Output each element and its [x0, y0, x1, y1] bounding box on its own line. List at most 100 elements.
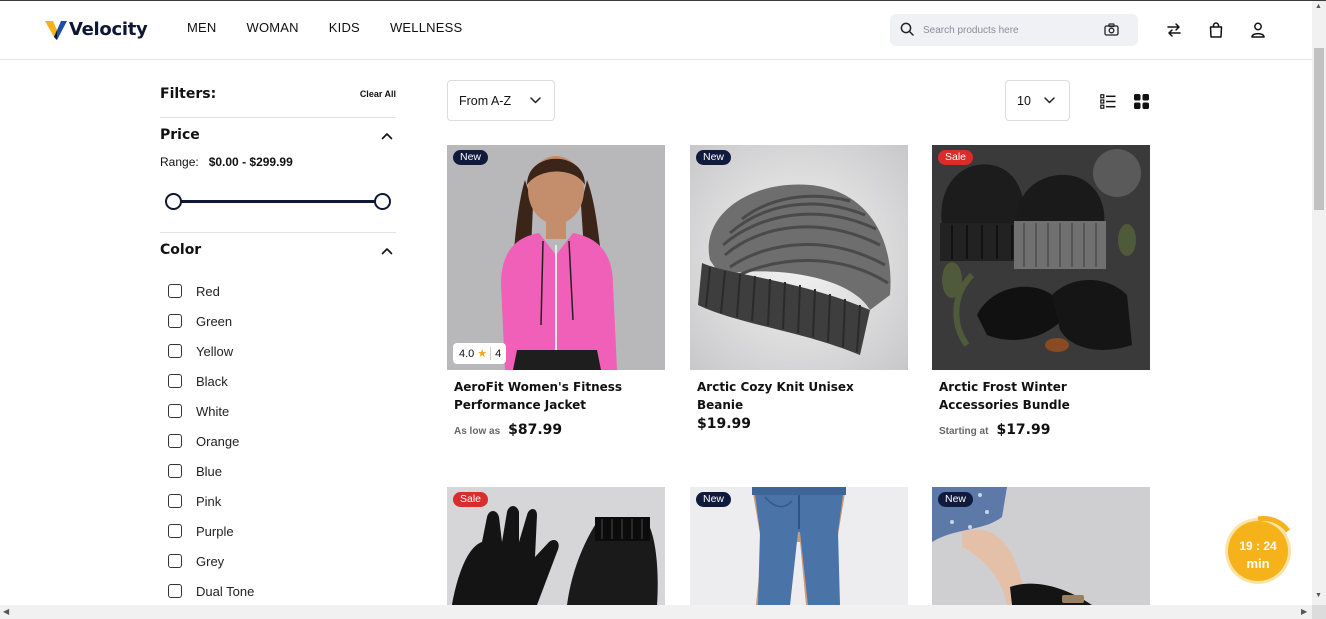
timer-progress-arc	[1257, 516, 1291, 533]
color-option-blue[interactable]: Blue	[168, 456, 254, 486]
nav-kids[interactable]: KIDS	[329, 20, 360, 35]
rating-separator	[490, 347, 492, 360]
vertical-scrollbar[interactable]: ▲ ▼	[1312, 1, 1326, 605]
search-input[interactable]	[923, 21, 1093, 39]
price-range-slider[interactable]	[165, 193, 391, 211]
price-range-text: Range: $0.00 - $299.99	[160, 155, 293, 169]
scroll-right-arrow-icon[interactable]: ▶	[1301, 607, 1307, 616]
product-name[interactable]: Arctic Cozy Knit Unisex Beanie	[697, 378, 902, 414]
color-filter-title[interactable]: Color	[160, 242, 201, 258]
product-image[interactable]: New	[690, 487, 908, 605]
product-card[interactable]: Sale Arctic Frost Winter Accessories Bun…	[932, 145, 1150, 438]
color-option-pink[interactable]: Pink	[168, 486, 254, 516]
shopping-bag-icon[interactable]	[1209, 22, 1223, 38]
product-badge: Sale	[453, 492, 489, 507]
product-card[interactable]: New	[932, 487, 1150, 605]
items-per-page-dropdown[interactable]: 10	[1005, 80, 1070, 121]
price-range-value: $0.00 - $299.99	[208, 155, 293, 169]
clear-all-button[interactable]: Clear All	[360, 89, 396, 99]
fitness-jacket-photo	[447, 145, 665, 370]
color-option-black[interactable]: Black	[168, 366, 254, 396]
color-option-purple[interactable]: Purple	[168, 516, 254, 546]
product-card[interactable]: New Arctic Cozy Knit Unisex Beanie $19.9…	[690, 145, 908, 432]
color-option-label: White	[196, 403, 230, 419]
winter-accessories-photo	[932, 145, 1150, 370]
velocity-logo-icon	[45, 21, 67, 40]
color-option-red[interactable]: Red	[168, 276, 254, 306]
checkbox[interactable]	[168, 524, 182, 538]
product-image[interactable]: Sale	[447, 487, 665, 605]
nav-wellness[interactable]: WELLNESS	[390, 20, 462, 35]
product-badge: New	[938, 492, 974, 507]
list-view-icon[interactable]	[1100, 94, 1116, 109]
color-option-orange[interactable]: Orange	[168, 426, 254, 456]
product-card[interactable]: Sale	[447, 487, 665, 605]
product-name[interactable]: Arctic Frost Winter Accessories Bundle	[939, 378, 1144, 414]
product-card[interactable]: New	[690, 487, 908, 605]
chevron-up-icon[interactable]	[381, 247, 393, 255]
color-option-green[interactable]: Green	[168, 306, 254, 336]
scroll-down-arrow-icon[interactable]: ▼	[1315, 592, 1322, 599]
checkbox[interactable]	[168, 374, 182, 388]
grid-view-icon[interactable]	[1134, 94, 1149, 109]
star-icon: ★	[477, 348, 488, 360]
brand-logo[interactable]: Velocity	[45, 18, 148, 40]
chevron-up-icon[interactable]	[381, 132, 393, 140]
checkbox[interactable]	[168, 584, 182, 598]
user-account-icon[interactable]	[1251, 22, 1265, 38]
nav-men[interactable]: MEN	[187, 20, 217, 35]
checkbox[interactable]	[168, 464, 182, 478]
color-option-grey[interactable]: Grey	[168, 546, 254, 576]
product-name[interactable]: AeroFit Women's Fitness Performance Jack…	[454, 378, 659, 414]
horizontal-scrollbar[interactable]: ◀ ▶	[0, 605, 1312, 619]
sort-dropdown[interactable]: From A-Z	[447, 80, 555, 121]
color-option-label: Pink	[196, 493, 222, 509]
checkbox[interactable]	[168, 494, 182, 508]
checkbox[interactable]	[168, 434, 182, 448]
scroll-up-arrow-icon[interactable]: ▲	[1315, 3, 1322, 10]
price-value: $19.99	[697, 416, 752, 432]
slider-min-handle[interactable]	[165, 193, 182, 210]
price-filter-title[interactable]: Price	[160, 127, 200, 143]
checkbox[interactable]	[168, 284, 182, 298]
compare-icon[interactable]	[1166, 22, 1182, 38]
color-option-label: Black	[196, 373, 228, 389]
product-image[interactable]: Sale	[932, 145, 1150, 370]
color-option-label: Orange	[196, 433, 240, 449]
brand-name: Velocity	[69, 18, 148, 40]
color-option-label: Blue	[196, 463, 223, 479]
camera-icon[interactable]	[1104, 23, 1119, 36]
product-rating: 4.0 ★ 4	[453, 343, 506, 364]
price-range-label: Range:	[160, 155, 199, 169]
product-badge: New	[696, 150, 732, 165]
checkbox[interactable]	[168, 554, 182, 568]
color-option-label: Dual Tone	[196, 583, 255, 599]
search-bar	[890, 14, 1138, 46]
sort-selected-value: From A-Z	[459, 94, 512, 108]
product-image[interactable]: New 4.0 ★ 4	[447, 145, 665, 370]
vertical-scroll-thumb[interactable]	[1314, 48, 1324, 210]
product-card[interactable]: New 4.0 ★ 4 AeroFit Women's Fitness Perf…	[447, 145, 665, 438]
slider-max-handle[interactable]	[374, 193, 391, 210]
site-header: Velocity MEN WOMAN KIDS WELLNESS	[0, 1, 1312, 60]
product-image[interactable]: New	[690, 145, 908, 370]
color-option-white[interactable]: White	[168, 396, 254, 426]
filters-title: Filters:	[160, 86, 217, 102]
product-image[interactable]: New	[932, 487, 1150, 605]
session-timer[interactable]: 19 : 24 min	[1228, 516, 1291, 581]
color-option-label: Yellow	[196, 343, 234, 359]
checkbox[interactable]	[168, 344, 182, 358]
checkbox[interactable]	[168, 404, 182, 418]
color-option-label: Red	[196, 283, 220, 299]
product-badge: Sale	[938, 150, 974, 165]
search-icon[interactable]	[900, 22, 914, 36]
color-option-dual-tone[interactable]: Dual Tone	[168, 576, 254, 605]
color-option-yellow[interactable]: Yellow	[168, 336, 254, 366]
scrollbar-corner	[1312, 605, 1326, 619]
scroll-left-arrow-icon[interactable]: ◀	[3, 607, 9, 616]
nav-woman[interactable]: WOMAN	[247, 20, 299, 35]
timer-unit: min	[1246, 556, 1270, 571]
product-price: As low as $87.99	[454, 422, 665, 438]
knit-beanie-photo	[690, 145, 908, 370]
checkbox[interactable]	[168, 314, 182, 328]
